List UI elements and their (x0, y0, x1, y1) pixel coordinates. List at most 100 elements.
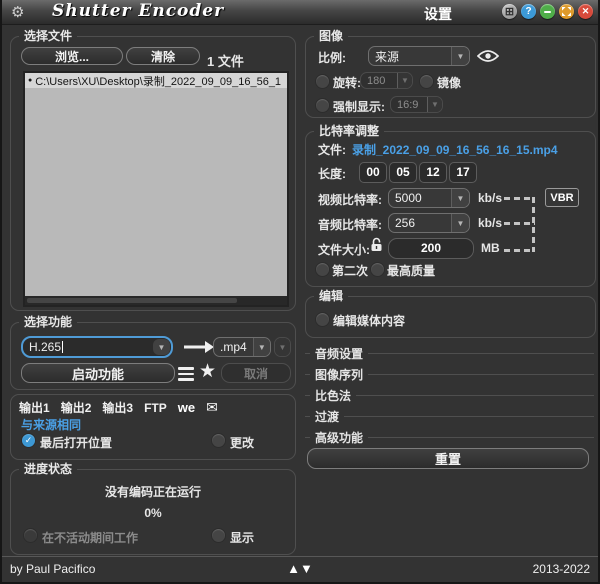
window-controls: ⊞ ? ✕ (502, 4, 593, 19)
audio-settings-label: 音频设置 (315, 346, 364, 361)
change-location-label: 更改 (230, 436, 255, 450)
audio-bitrate-combobox[interactable]: 256 ▼ (388, 213, 470, 233)
minimize-button[interactable] (540, 4, 555, 19)
vbr-button[interactable]: VBR (545, 188, 579, 207)
rotate-combobox[interactable]: 180 ▼ (360, 72, 413, 89)
chevron-down-icon[interactable]: ▼ (451, 47, 469, 65)
start-function-button[interactable]: 启动功能 (21, 363, 175, 383)
wetransfer-icon[interactable]: we (178, 400, 195, 415)
pin-icon: ⊞ (504, 6, 515, 18)
dash-connector-video (504, 197, 535, 200)
mirror-label: 镜像 (437, 76, 462, 90)
force-display-label: 强制显示: (333, 100, 385, 114)
force-display-value: 16:9 (397, 98, 419, 111)
triangle-down-icon[interactable]: ▼ (300, 561, 313, 576)
tab-output1[interactable]: 输出1 (19, 399, 50, 416)
maximize-button[interactable] (559, 4, 574, 19)
best-quality-radio[interactable] (370, 262, 385, 277)
video-bitrate-label: 视频比特率: (318, 193, 382, 207)
edit-title: 编辑 (314, 288, 349, 304)
video-bitrate-unit: kb/s (478, 191, 503, 205)
image-sequence-label: 图像序列 (315, 367, 364, 382)
last-location-radio[interactable]: ✓ (21, 433, 36, 448)
cancel-button[interactable]: 取消 (221, 363, 291, 383)
status-text: 没有编码正在运行 (104, 485, 201, 499)
help-icon: ? (525, 6, 532, 17)
ratio-combobox[interactable]: 来源 ▼ (368, 46, 470, 66)
tab-ftp[interactable]: FTP (144, 401, 167, 415)
time-seconds-field[interactable]: 12 (419, 162, 447, 183)
function-select-group: 选择功能 H.265 ▼ .mp4 ▼ ▼ 启动功能 ★ 取消 (10, 314, 296, 390)
reset-button[interactable]: 重置 (307, 448, 589, 469)
scrollbar-thumb[interactable] (27, 298, 237, 303)
extra-dropdown[interactable]: ▼ (274, 337, 291, 357)
progress-group: 进度状态 没有编码正在运行 0% 在不活动期间工作 显示 (10, 461, 296, 555)
force-display-combobox[interactable]: 16:9 ▼ (390, 96, 443, 113)
tab-output2[interactable]: 输出2 (61, 399, 92, 416)
edit-media-radio[interactable] (315, 312, 330, 327)
time-frames-field[interactable]: 17 (449, 162, 477, 183)
help-button[interactable]: ? (521, 4, 536, 19)
list-item[interactable]: ● C:\Users\XU\Desktop\录制_2022_09_09_16_5… (25, 73, 287, 88)
close-button[interactable]: ✕ (578, 4, 593, 19)
bullet-icon: ● (28, 77, 33, 84)
bitrate-group: 比特率调整 文件: 录制_2022_09_09_16_56_16_15.mp4 … (305, 123, 596, 287)
section-audio-settings[interactable]: 音频设置 (305, 345, 594, 361)
codec-combobox[interactable]: H.265 ▼ (21, 336, 173, 358)
mirror-radio[interactable] (419, 74, 434, 89)
app-title: Shutter Encoder (52, 1, 225, 21)
audio-bitrate-label: 音频比特率: (318, 218, 382, 232)
file-size-unit: MB (481, 241, 500, 255)
tab-output3[interactable]: 输出3 (102, 399, 133, 416)
file-list[interactable]: ● C:\Users\XU\Desktop\录制_2022_09_09_16_5… (23, 71, 289, 307)
last-location-label: 最后打开位置 (40, 436, 113, 450)
video-bitrate-combobox[interactable]: 5000 ▼ (388, 188, 470, 208)
time-hours-field[interactable]: 00 (359, 162, 387, 183)
section-transition[interactable]: 过渡 (305, 408, 594, 424)
chevron-down-icon[interactable]: ▼ (153, 339, 170, 355)
file-count: 1 文件 (207, 54, 244, 69)
same-as-source-label: 与来源相同 (21, 418, 82, 432)
time-minutes-field[interactable]: 05 (389, 162, 417, 183)
bitrate-title: 比特率调整 (314, 123, 385, 139)
app-window: ⚙ Shutter Encoder 设置 ⊞ ? ✕ 选择文件 浏览... 清除… (0, 0, 600, 584)
title-bar: ⚙ Shutter Encoder 设置 ⊞ ? ✕ (2, 0, 598, 25)
chevron-down-icon[interactable]: ▼ (451, 189, 469, 207)
horizontal-scrollbar[interactable] (25, 296, 287, 305)
file-size-label: 文件大小: (318, 243, 370, 257)
browse-button[interactable]: 浏览... (21, 47, 123, 65)
ratio-label: 比例: (318, 51, 346, 65)
second-pass-radio[interactable] (315, 262, 330, 277)
change-location-radio[interactable] (211, 433, 226, 448)
edit-media-label: 编辑媒体内容 (333, 314, 406, 328)
force-display-radio[interactable] (315, 98, 330, 113)
triangle-up-icon[interactable]: ▲ (287, 561, 300, 576)
eye-icon[interactable] (477, 50, 499, 62)
section-image-sequence[interactable]: 图像序列 (305, 366, 594, 382)
rotate-radio[interactable] (315, 74, 330, 89)
maximize-icon (562, 7, 571, 16)
pin-window-button[interactable]: ⊞ (502, 4, 517, 19)
file-size-field[interactable]: 200 (388, 238, 474, 259)
video-bitrate-value: 5000 (395, 191, 422, 205)
file-select-title: 选择文件 (19, 28, 78, 44)
section-advanced[interactable]: 高级功能 (305, 429, 594, 445)
clear-button[interactable]: 清除 (126, 47, 200, 65)
gear-icon[interactable]: ⚙ (11, 3, 24, 21)
show-radio[interactable] (211, 528, 226, 543)
work-inactive-radio[interactable] (23, 528, 38, 543)
chevron-down-icon[interactable]: ▼ (252, 338, 270, 356)
work-inactive-label: 在不活动期间工作 (42, 531, 139, 545)
extension-combobox[interactable]: .mp4 ▼ (213, 337, 271, 357)
menu-icon[interactable] (178, 367, 194, 381)
settings-menu[interactable]: 设置 (424, 4, 452, 24)
chevron-down-icon: ▼ (397, 73, 412, 88)
star-icon[interactable]: ★ (199, 362, 216, 381)
unlock-icon[interactable] (370, 237, 383, 252)
best-quality-label: 最高质量 (387, 264, 436, 278)
chevron-down-icon[interactable]: ▼ (451, 214, 469, 232)
output-group: 输出1 输出2 输出3 FTP we ✉ 与来源相同 ✓ 最后打开位置 更改 (10, 394, 296, 460)
dash-connector-vertical (532, 197, 535, 252)
mail-icon[interactable]: ✉ (206, 399, 218, 416)
section-colorimetry[interactable]: 比色法 (305, 387, 594, 403)
